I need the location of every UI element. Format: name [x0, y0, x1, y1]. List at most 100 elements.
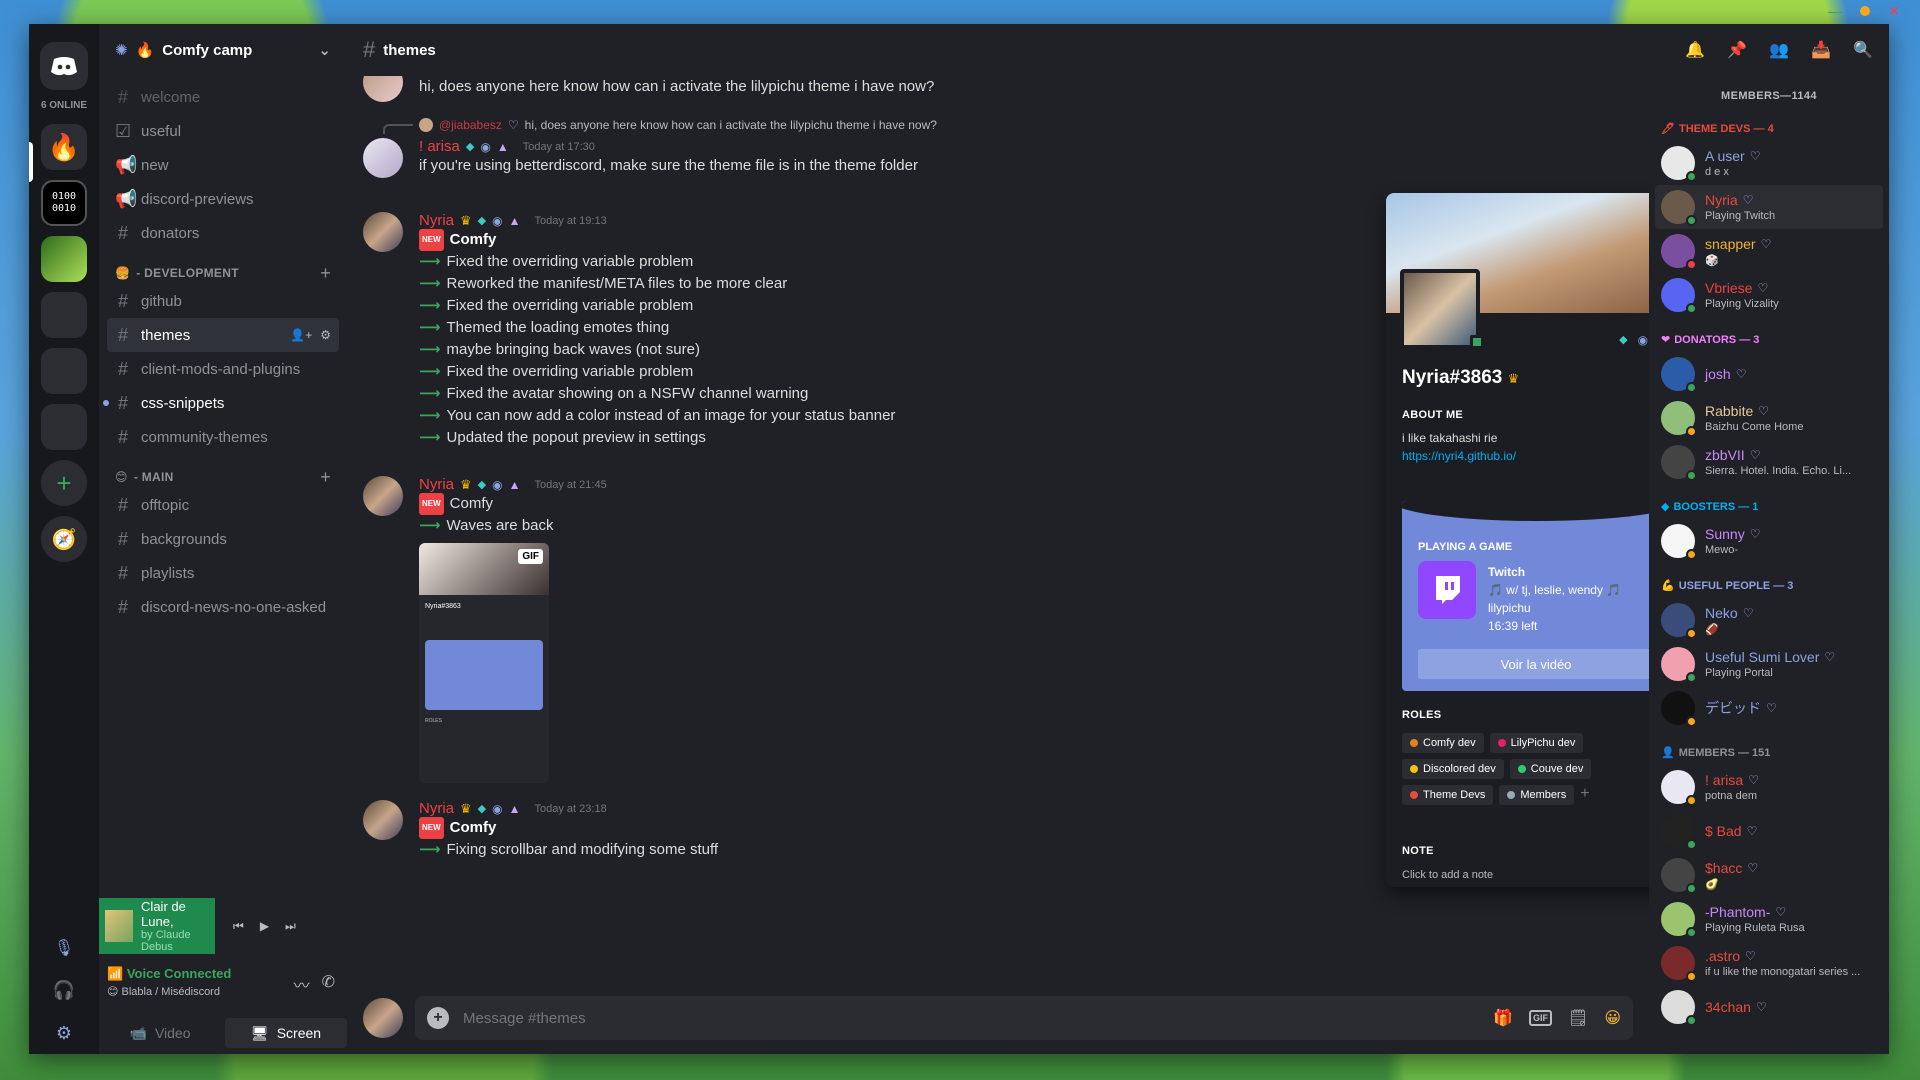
microphone-icon[interactable]: 🎙	[54, 938, 74, 958]
role-chip[interactable]: LilyPichu dev	[1489, 733, 1584, 753]
role-chip[interactable]: Comfy dev	[1402, 733, 1484, 753]
composer-avatar[interactable]	[363, 998, 403, 1038]
profile-avatar[interactable]	[1400, 269, 1480, 349]
channel-discord-news-no-one-asked[interactable]: # discord-news-no-one-asked	[107, 590, 339, 624]
avatar[interactable]	[363, 212, 403, 252]
role-chip[interactable]: Theme Devs	[1402, 785, 1494, 805]
member-item[interactable]: snapper ♡ 🎲	[1661, 229, 1877, 273]
server-game[interactable]	[41, 236, 87, 282]
gif-attachment[interactable]: GIF Nyria#3863 ROLES	[419, 543, 549, 784]
channel-welcome[interactable]: # welcome	[107, 80, 339, 114]
avatar[interactable]	[363, 76, 403, 102]
settings-gear-icon[interactable]: ⚙	[56, 1023, 72, 1044]
username[interactable]: Nyria	[419, 212, 454, 229]
member-item[interactable]: Useful Sumi Lover ♡ Playing Portal	[1661, 642, 1877, 686]
member-item[interactable]: $hacc ♡ 🥑	[1661, 853, 1877, 897]
username[interactable]: ! arisa	[419, 138, 460, 155]
member-item[interactable]: josh ♡	[1661, 352, 1877, 396]
channel-community-themes[interactable]: # community-themes	[107, 420, 339, 454]
member-item[interactable]: Rabbite ♡ Baizhu Come Home	[1661, 396, 1877, 440]
member-item[interactable]: A user ♡ d e x	[1661, 141, 1877, 185]
channel-client-mods-and-plugins[interactable]: # client-mods-and-plugins	[107, 352, 339, 386]
server-folder-1[interactable]	[41, 292, 87, 338]
disconnect-icon[interactable]: ✆	[322, 972, 335, 996]
noise-suppression-icon[interactable]: 〰	[294, 972, 310, 996]
channel-discord-previews[interactable]: 📢 discord-previews	[107, 182, 339, 216]
message-input[interactable]: Message #themes	[463, 1010, 1479, 1027]
server-folder-2[interactable]	[41, 348, 87, 394]
add-server-button[interactable]: +	[41, 460, 87, 506]
gift-icon[interactable]: 🎁	[1493, 1008, 1513, 1028]
channel-github[interactable]: # github	[107, 284, 339, 318]
category-main[interactable]: 😊 - MAIN +	[107, 454, 339, 488]
note-input[interactable]: Click to add a note	[1402, 869, 1493, 881]
channel-settings-icon[interactable]: ⚙	[320, 328, 331, 342]
role-chip[interactable]: Couve dev	[1509, 759, 1592, 779]
member-name: snapper ♡	[1705, 235, 1772, 252]
member-item[interactable]: 34chan ♡	[1661, 985, 1877, 1029]
maximize-icon[interactable]	[1860, 6, 1871, 16]
add-channel-icon[interactable]: +	[320, 467, 331, 488]
member-activity: Mewo-	[1705, 544, 1739, 556]
bell-icon[interactable]: 🔔	[1685, 40, 1705, 60]
channel-new[interactable]: 📢 new	[107, 148, 339, 182]
member-item[interactable]: zbbVII ♡ Sierra. Hotel. India. Echo. Li...	[1661, 440, 1877, 484]
headphones-icon[interactable]: 🎧	[53, 980, 75, 1001]
screen-share-button[interactable]: 🖥 Screen	[225, 1018, 347, 1048]
next-track-icon[interactable]: ⏭	[285, 919, 296, 934]
channel-css-snippets[interactable]: # css-snippets	[103, 386, 339, 420]
channel-offtopic[interactable]: # offtopic	[107, 488, 339, 522]
reply-preview[interactable]: @jiababesz ♡ hi, does anyone here know h…	[419, 118, 937, 132]
channel-themes[interactable]: # themes 👤+ ⚙	[107, 318, 339, 352]
username[interactable]: Nyria	[419, 476, 454, 493]
channel-useful[interactable]: ☑ useful	[107, 114, 339, 148]
member-item[interactable]: デビッド ♡	[1661, 686, 1877, 730]
channel-playlists[interactable]: # playlists	[107, 556, 339, 590]
pin-icon[interactable]: 📌	[1727, 40, 1747, 60]
explore-servers-button[interactable]: 🧭	[41, 516, 87, 562]
avatar[interactable]	[363, 476, 403, 516]
add-role-icon[interactable]: +	[1580, 785, 1589, 805]
member-item[interactable]: Neko ♡ 🏈	[1661, 598, 1877, 642]
invite-icon[interactable]: 👤+	[290, 328, 312, 342]
username[interactable]: Nyria	[419, 800, 454, 817]
minimize-icon[interactable]: —	[1828, 3, 1842, 19]
avatar[interactable]	[363, 138, 403, 178]
previous-track-icon[interactable]: ⏮	[233, 919, 244, 934]
member-item[interactable]: Nyria ♡ Playing Twitch	[1655, 185, 1883, 229]
badge-icon: ♡	[1760, 236, 1772, 251]
channel-backgrounds[interactable]: # backgrounds	[107, 522, 339, 556]
attach-plus-icon[interactable]: +	[427, 1007, 449, 1029]
member-item[interactable]: .astro ♡ if u like the monogatari series .…	[1661, 941, 1877, 985]
member-item[interactable]: -Phantom- ♡ Playing Ruleta Rusa	[1661, 897, 1877, 941]
role-chip[interactable]: Discolored dev	[1402, 759, 1504, 779]
gif-picker-icon[interactable]: GIF	[1529, 1010, 1552, 1026]
channel-donators[interactable]: # donators	[107, 216, 339, 250]
profile-link[interactable]: https://nyri4.github.io/	[1402, 447, 1516, 465]
guild-header[interactable]: ✺ 🔥 Comfy camp ⌄	[99, 24, 347, 76]
member-item[interactable]: Sunny ♡ Mewo-	[1661, 519, 1877, 563]
watch-video-button[interactable]: Voir la vidéo	[1418, 649, 1654, 679]
sticker-icon[interactable]: 🗒	[1568, 1008, 1588, 1028]
inbox-icon[interactable]: 📥	[1811, 40, 1831, 60]
play-icon[interactable]: ▶	[260, 919, 269, 934]
home-button[interactable]	[40, 42, 88, 90]
member-item[interactable]: $ Bad ♡	[1661, 809, 1877, 853]
server-binary[interactable]: 0100 0010	[41, 180, 87, 226]
avatar[interactable]	[363, 800, 403, 840]
server-folder-3[interactable]	[41, 404, 87, 450]
emoji-picker-icon[interactable]: 😀	[1604, 1008, 1621, 1028]
member-item[interactable]: Vbriese ♡ Playing Vizality	[1661, 273, 1877, 317]
now-playing[interactable]: Clair de Lune, by Claude Debus	[99, 898, 215, 954]
close-icon[interactable]: ✕	[1888, 3, 1900, 20]
category-development[interactable]: 🍔 - DEVELOPMENT +	[107, 250, 339, 284]
video-button[interactable]: 📹 Video	[99, 1018, 221, 1048]
role-chip[interactable]: Members	[1499, 785, 1575, 805]
add-channel-icon[interactable]: +	[320, 263, 331, 284]
member-item[interactable]: ! arisa ♡ potna dem	[1661, 765, 1877, 809]
search-icon[interactable]: 🔍	[1853, 40, 1873, 60]
members-icon[interactable]: 👥	[1769, 40, 1789, 60]
message-heading: Comfy	[449, 231, 497, 248]
server-comfy-camp[interactable]: 🔥	[41, 124, 87, 170]
voice-channel-name[interactable]: Blabla / Misédiscord	[122, 986, 220, 998]
